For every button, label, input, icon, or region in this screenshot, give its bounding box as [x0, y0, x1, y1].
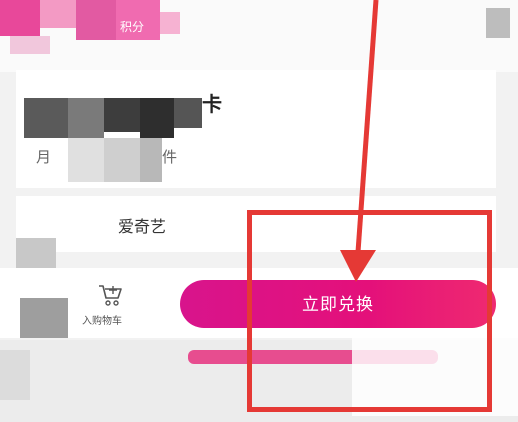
annotation-arrow — [340, 0, 379, 282]
